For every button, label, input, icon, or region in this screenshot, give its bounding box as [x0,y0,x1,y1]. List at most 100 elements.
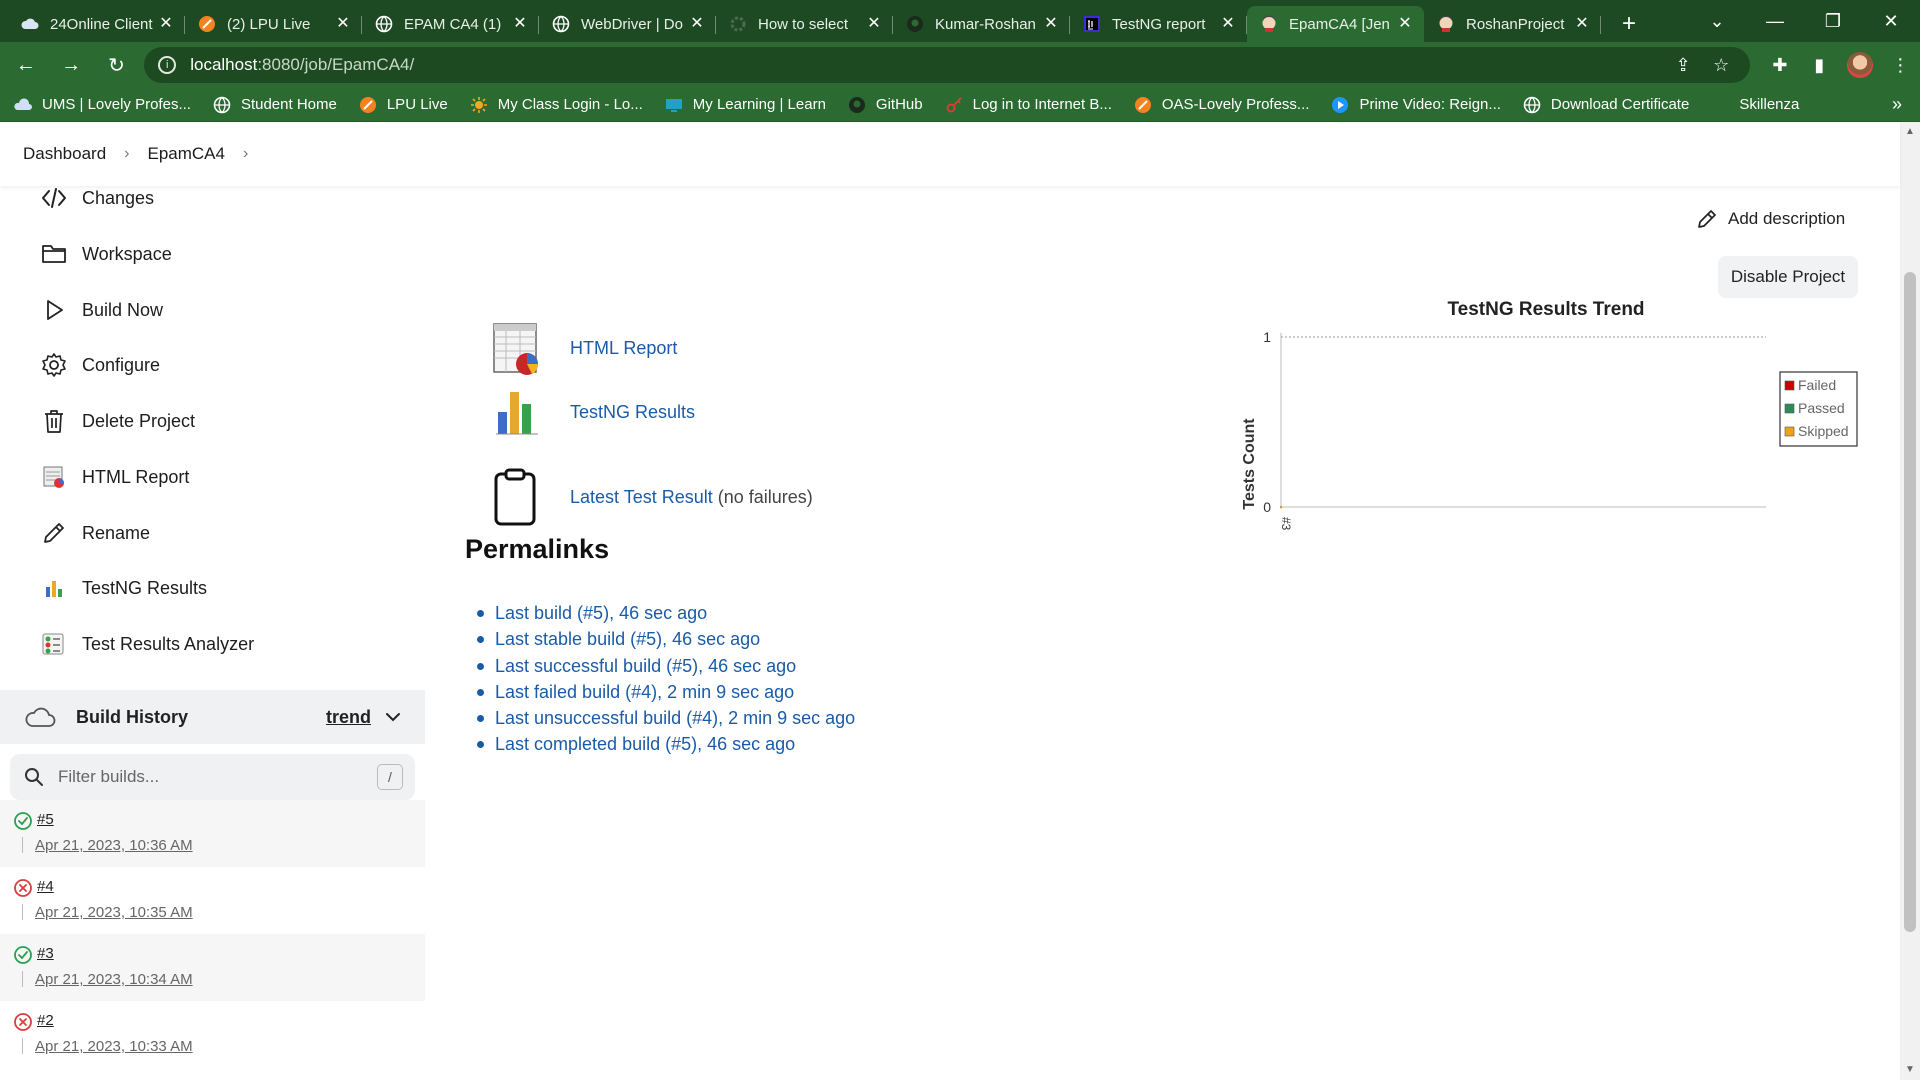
scrollbar-thumb[interactable] [1904,272,1916,932]
chevron-right-icon[interactable]: › [243,145,248,163]
html-report-link-text[interactable]: HTML Report [570,338,677,359]
close-tab-icon[interactable]: ✕ [1396,15,1414,33]
browser-tab[interactable]: TestNG report ✕ [1070,6,1247,42]
browser-tab[interactable]: EpamCA4 [Jen ✕ [1247,6,1424,42]
back-button[interactable]: ← [6,45,45,85]
permalink-item[interactable]: Last stable build (#5), 46 sec ago [476,626,855,652]
bookmark-item[interactable]: Student Home [213,96,337,114]
build-number-link[interactable]: #4 [37,878,54,895]
tab-title: WebDriver | Do [581,15,683,33]
browser-tab[interactable]: How to select ✕ [716,6,893,42]
sidebar-item-workspace[interactable]: Workspace [40,240,172,268]
browser-tab[interactable]: Kumar-Roshan ✕ [893,6,1070,42]
build-number-link[interactable]: #2 [37,1012,54,1029]
breadcrumb-job[interactable]: EpamCA4 [148,144,225,164]
build-timeline [22,904,23,920]
reload-button[interactable]: ↻ [97,45,136,85]
menu-icon[interactable]: ⋮ [1881,45,1920,85]
site-info-icon[interactable]: i [158,56,177,74]
build-date-link[interactable]: Apr 21, 2023, 10:36 AM [35,837,193,854]
add-description-button[interactable]: Add description [1696,208,1845,230]
close-tab-icon[interactable]: ✕ [511,15,529,33]
close-tab-icon[interactable]: ✕ [865,15,883,33]
browser-tab[interactable]: WebDriver | Do ✕ [539,6,716,42]
tab-search-icon[interactable]: ⌄ [1688,0,1746,42]
page-scrollbar[interactable]: ▲ ▼ [1900,122,1920,1080]
build-number-link[interactable]: #3 [37,945,54,962]
forward-button[interactable]: → [51,45,90,85]
bookmark-star-icon[interactable]: ☆ [1706,50,1736,80]
sidebar-item-test-results-analyzer[interactable]: Test Results Analyzer [40,630,254,658]
close-tab-icon[interactable]: ✕ [1573,15,1591,33]
bookmark-item[interactable]: My Learning | Learn [665,96,826,114]
profile-avatar[interactable] [1847,52,1873,78]
build-date-link[interactable]: Apr 21, 2023, 10:34 AM [35,971,193,988]
build-date-link[interactable]: Apr 21, 2023, 10:33 AM [35,1038,193,1055]
url-host: localhost [190,55,258,74]
permalink-item[interactable]: Last build (#5), 46 sec ago [476,600,855,626]
permalink-item[interactable]: Last unsuccessful build (#4), 2 min 9 se… [476,705,855,731]
close-tab-icon[interactable]: ✕ [157,15,175,33]
code-icon [40,184,68,212]
extensions-icon[interactable]: ✚ [1760,45,1799,85]
maximize-button[interactable]: ❐ [1804,0,1862,42]
latest-test-result-link[interactable]: Latest Test Result [570,487,713,508]
bookmark-item[interactable]: Download Certificate [1523,96,1689,114]
testng-results-link-text[interactable]: TestNG Results [570,402,695,423]
bookmark-item[interactable]: My Class Login - Lo... [470,96,643,114]
sidebar-item-delete-project[interactable]: Delete Project [40,407,195,435]
minimize-button[interactable]: — [1746,0,1804,42]
bookmark-item[interactable]: Log in to Internet B... [945,96,1112,114]
close-tab-icon[interactable]: ✕ [688,15,706,33]
more-bookmarks-icon[interactable]: » [1892,94,1902,115]
sidebar-item-rename[interactable]: Rename [40,519,150,547]
build-number-link[interactable]: #5 [37,811,54,828]
scroll-up-arrow-icon[interactable]: ▲ [1904,126,1916,138]
side-panel-icon[interactable]: ▮ [1800,45,1839,85]
key-icon [945,96,963,114]
chart-y-tick-label: 1 [1263,329,1271,345]
bookmark-item[interactable]: Skillenza [1711,96,1799,114]
gear-icon [40,351,68,379]
close-tab-icon[interactable]: ✕ [334,15,352,33]
bookmark-item[interactable]: UMS | Lovely Profes... [14,96,191,114]
success-check-icon [13,945,33,965]
permalink-item[interactable]: Last failed build (#4), 2 min 9 sec ago [476,679,855,705]
sidebar-item-html-report[interactable]: HTML Report [40,463,189,491]
browser-tab[interactable]: (2) LPU Live ✕ [185,6,362,42]
new-tab-button[interactable]: + [1611,6,1647,42]
close-tab-icon[interactable]: ✕ [1042,15,1060,33]
chevron-down-icon[interactable] [381,705,405,729]
close-window-button[interactable]: ✕ [1862,0,1920,42]
browser-tab[interactable]: 24Online Client ✕ [8,6,185,42]
failure-x-icon [13,878,33,898]
bookmark-item[interactable]: GitHub [848,96,923,114]
filter-builds: / [10,754,415,800]
filter-builds-input[interactable] [58,767,377,787]
build-history-header: Build History trend [0,690,425,744]
sidebar-item-changes[interactable]: Changes [40,184,154,212]
permalink-item[interactable]: Last completed build (#5), 46 sec ago [476,731,855,757]
testng-results-link[interactable]: TestNG Results [570,402,695,423]
address-bar[interactable]: i localhost:8080/job/EpamCA4/ ⇪ ☆ [144,47,1751,83]
share-icon[interactable]: ⇪ [1668,50,1698,80]
sidebar-item-configure[interactable]: Configure [40,351,160,379]
breadcrumb-dashboard[interactable]: Dashboard [23,144,106,164]
sidebar-item-build-now[interactable]: Build Now [40,296,163,324]
build-timeline [22,971,23,987]
close-tab-icon[interactable]: ✕ [1219,15,1237,33]
permalink-item[interactable]: Last successful build (#5), 46 sec ago [476,653,855,679]
html-report-link[interactable]: HTML Report [570,338,677,359]
legend-label-failed: Failed [1798,377,1836,393]
bookmark-item[interactable]: Prime Video: Reign... [1331,96,1501,114]
trend-link[interactable]: trend [326,707,371,728]
bookmark-item[interactable]: OAS-Lovely Profess... [1134,96,1309,114]
browser-tab[interactable]: EPAM CA4 (1) ✕ [362,6,539,42]
scroll-down-arrow-icon[interactable]: ▼ [1904,1064,1916,1076]
browser-tab[interactable]: RoshanProject ✕ [1424,6,1601,42]
sidebar-item-testng-results[interactable]: TestNG Results [40,574,207,602]
bookmark-item[interactable]: LPU Live [359,96,448,114]
window-controls: ⌄ — ❐ ✕ [1688,0,1920,42]
bookmark-label: UMS | Lovely Profes... [42,96,191,113]
build-date-link[interactable]: Apr 21, 2023, 10:35 AM [35,904,193,921]
